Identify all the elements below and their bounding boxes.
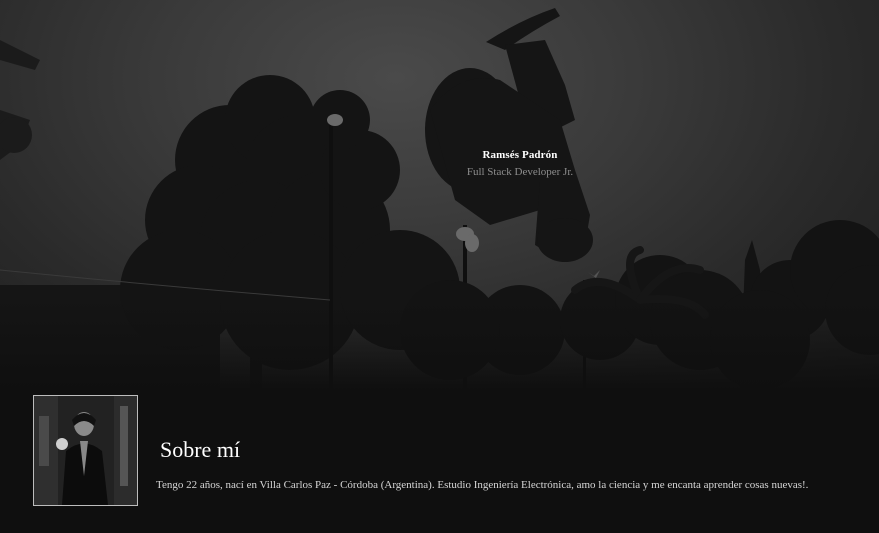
about-title: Sobre mí	[160, 437, 241, 462]
page: Ramsés Padrón Full Stack Developer Jr. S…	[0, 0, 879, 533]
hero-fade-overlay	[0, 300, 879, 390]
hero-name: Ramsés Padrón	[482, 149, 558, 161]
hero-section: Ramsés Padrón Full Stack Developer Jr.	[0, 0, 879, 390]
about-text: Tengo 22 años, nací en Villa Carlos Paz …	[156, 479, 809, 491]
hero-role: Full Stack Developer Jr.	[466, 166, 574, 178]
profile-photo	[33, 395, 138, 506]
